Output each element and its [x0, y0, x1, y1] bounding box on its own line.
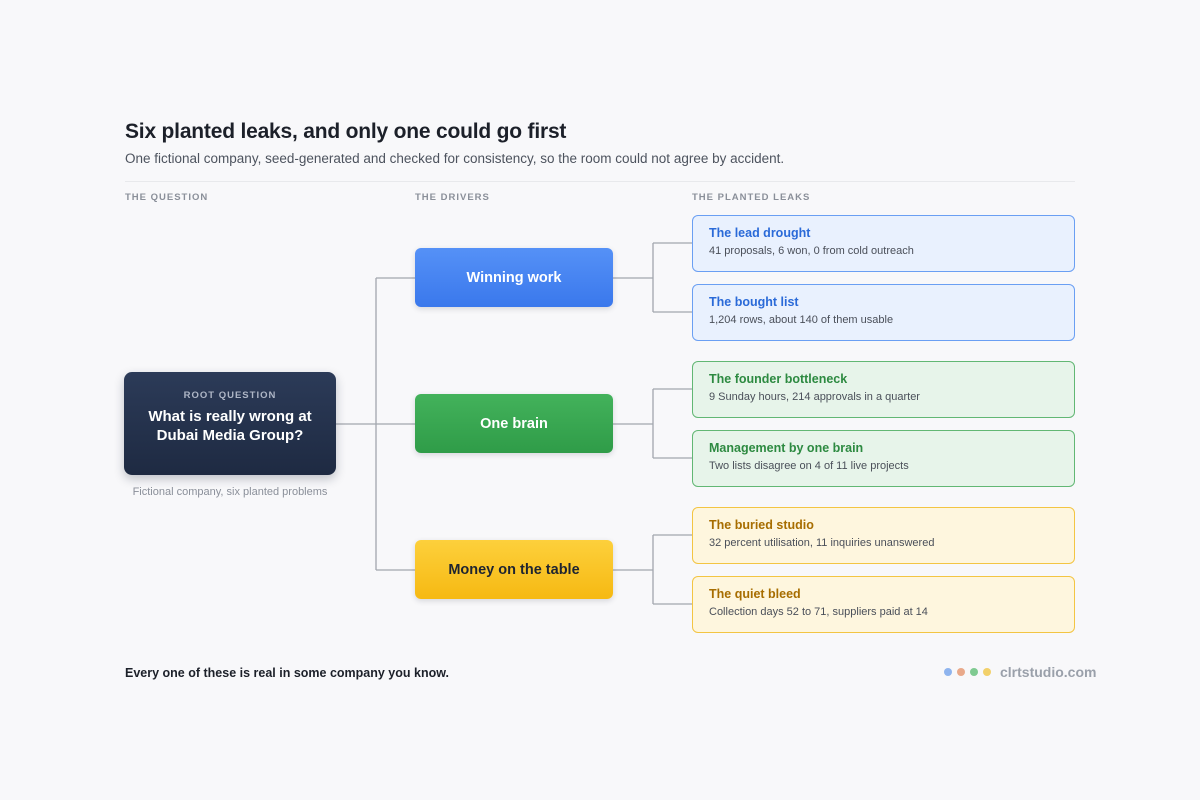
leak-title: The buried studio [709, 518, 814, 532]
leak-description: 9 Sunday hours, 214 approvals in a quart… [709, 391, 920, 403]
leak-card-bought-list: The bought list 1,204 rows, about 140 of… [692, 284, 1075, 341]
root-question-node: ROOT QUESTION What is really wrong at Du… [124, 372, 336, 475]
driver-winning-work: Winning work [415, 248, 613, 307]
root-question-label: ROOT QUESTION [183, 390, 277, 401]
leak-title: The quiet bleed [709, 587, 801, 601]
leak-card-founder-bottleneck: The founder bottleneck 9 Sunday hours, 2… [692, 361, 1075, 418]
leak-description: Collection days 52 to 71, suppliers paid… [709, 606, 928, 618]
root-question-text: What is really wrong at Dubai Media Grou… [148, 408, 312, 444]
leak-card-lead-drought: The lead drought 41 proposals, 6 won, 0 … [692, 215, 1075, 272]
leak-description: 41 proposals, 6 won, 0 from cold outreac… [709, 245, 914, 257]
connector-root-trunk [336, 278, 377, 570]
connector-driver-3-leaks [613, 534, 692, 605]
driver-money-on-the-table: Money on the table [415, 540, 613, 599]
leak-description: Two lists disagree on 4 of 11 live proje… [709, 460, 909, 472]
leak-card-quiet-bleed: The quiet bleed Collection days 52 to 71… [692, 576, 1075, 633]
leak-title: The lead drought [709, 226, 811, 240]
driver-one-brain: One brain [415, 394, 613, 453]
connector-driver-2-leaks [613, 388, 692, 459]
brand-dot-icon [944, 668, 952, 676]
brand-dot-icon [983, 668, 991, 676]
leak-title: The founder bottleneck [709, 372, 848, 386]
brand-dot-icon [970, 668, 978, 676]
leak-description: 1,204 rows, about 140 of them usable [709, 314, 894, 326]
connector-driver-1-leaks [613, 242, 692, 313]
brand-name: clrtstudio.com [1000, 664, 1097, 680]
brand-dot-icon [957, 668, 965, 676]
leak-title: The bought list [709, 295, 799, 309]
leak-card-buried-studio: The buried studio 32 percent utilisation… [692, 507, 1075, 564]
leak-card-management-one-brain: Management by one brain Two lists disagr… [692, 430, 1075, 487]
brand-mark: clrtstudio.com [944, 664, 1096, 680]
leak-description: 32 percent utilisation, 11 inquiries una… [709, 537, 935, 549]
leak-title: Management by one brain [709, 441, 864, 455]
footer-text: Every one of these is real in some compa… [125, 666, 449, 680]
root-caption: Fictional company, six planted problems [132, 486, 328, 498]
